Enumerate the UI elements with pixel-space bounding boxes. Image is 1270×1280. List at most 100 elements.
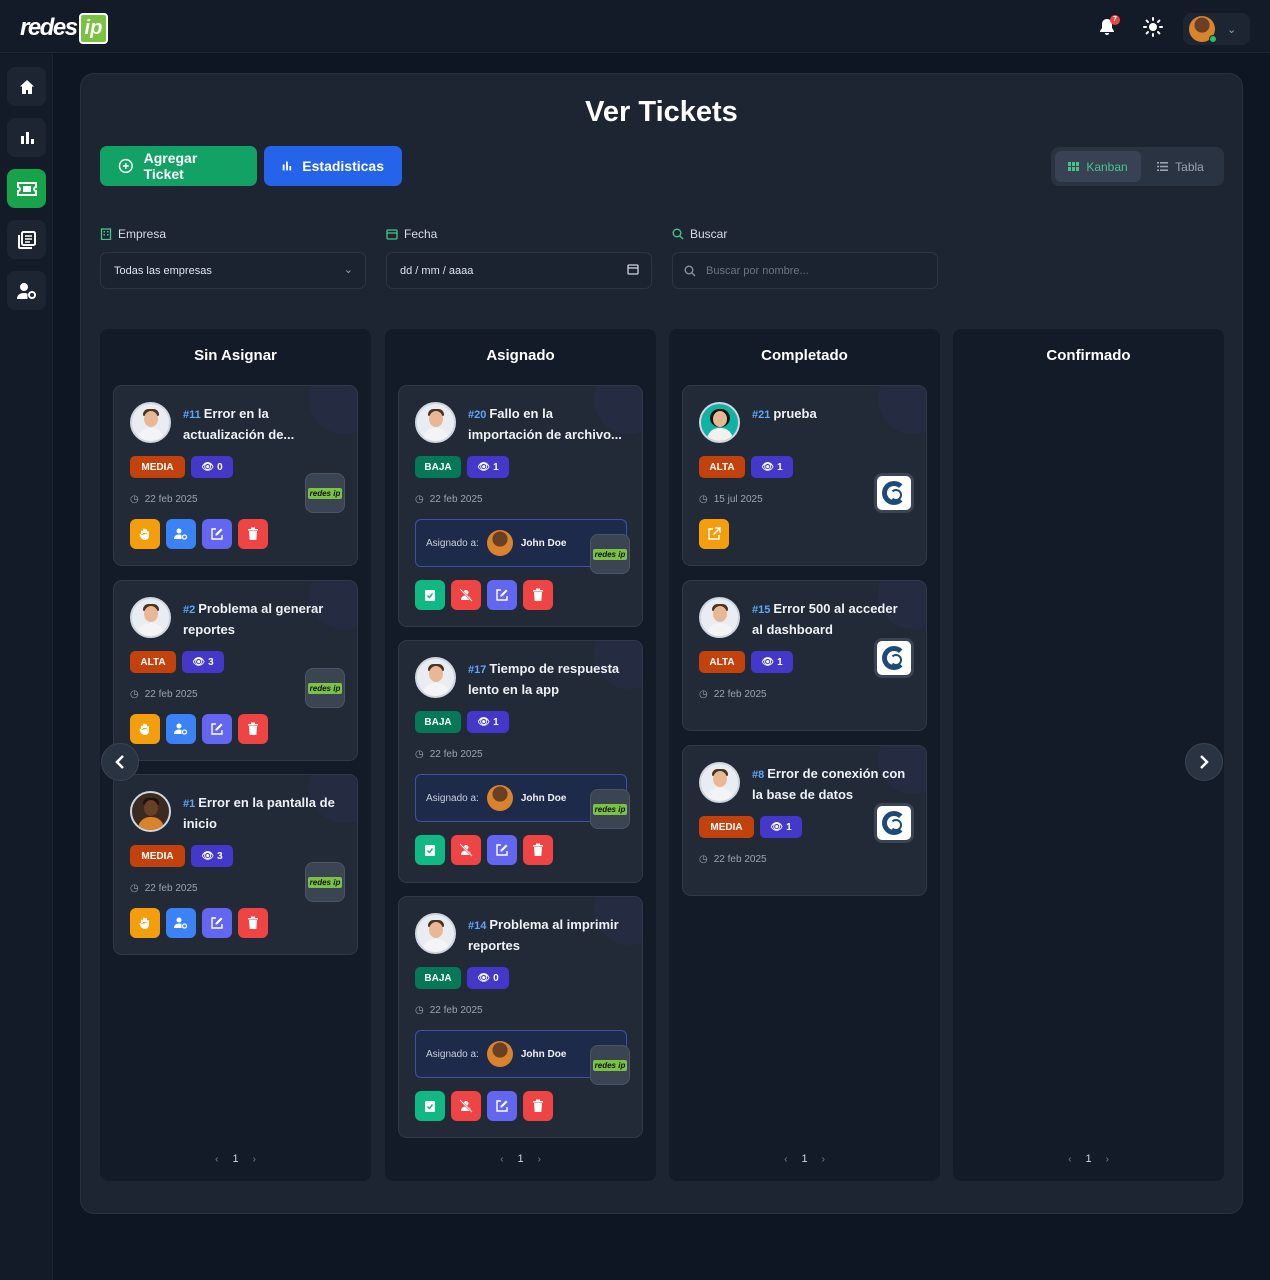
prev-page-button[interactable]: ‹ [500, 1154, 503, 1165]
complete-button[interactable] [415, 1091, 445, 1121]
edit-button[interactable] [202, 519, 232, 549]
avatar [486, 785, 513, 811]
edit-button[interactable] [202, 908, 232, 938]
ticket-card[interactable]: #21 prueba ALTA 👁 1 ◷ 15 jul 2025 [682, 385, 927, 566]
clock-icon: ◷ [699, 689, 708, 700]
open-external-button[interactable] [699, 519, 729, 549]
delete-button[interactable] [523, 835, 553, 865]
ticket-card[interactable]: #14 Problema al imprimir reportes BAJA 👁 0 … [398, 896, 643, 1138]
user-slash-icon [459, 1099, 473, 1113]
next-page-button[interactable]: › [1106, 1154, 1109, 1165]
eye-icon: 👁 [201, 850, 215, 862]
search-input[interactable]: Buscar por nombre... [672, 252, 938, 289]
ticket-title: #20 Fallo en la importación de archivo... [468, 406, 622, 442]
empresa-label-text: Empresa [118, 227, 167, 241]
next-page-button[interactable]: › [822, 1154, 825, 1165]
next-page-button[interactable]: › [538, 1154, 541, 1165]
assign-button[interactable] [166, 714, 196, 744]
scroll-left-button[interactable] [101, 743, 139, 781]
calendar-icon[interactable] [627, 263, 639, 278]
prev-page-button[interactable]: ‹ [784, 1154, 787, 1165]
edit-button[interactable] [487, 1091, 517, 1121]
ticket-card[interactable]: #17 Tiempo de respuesta lento en la app B… [398, 640, 643, 883]
assignee-name: John Doe [520, 1048, 567, 1060]
add-ticket-button[interactable]: Agregar Ticket [100, 146, 257, 186]
grab-button[interactable] [130, 908, 160, 938]
tab-kanban[interactable]: Kanban [1055, 151, 1141, 182]
avatar [699, 762, 740, 803]
list-icon [1157, 162, 1169, 171]
ticket-date: ◷ 22 feb 2025 [415, 494, 483, 505]
user-menu[interactable]: ⌄ [1183, 13, 1250, 45]
delete-button[interactable] [238, 714, 268, 744]
unassign-button[interactable] [451, 1091, 481, 1121]
empresa-select[interactable]: Todas las empresas ⌄ [100, 252, 366, 289]
ticket-title: #1 Error en la pantalla de inicio [183, 795, 335, 831]
column-title: Asignado [486, 347, 555, 364]
chevron-left-icon [115, 755, 124, 769]
delete-button[interactable] [238, 519, 268, 549]
edit-icon [211, 723, 223, 735]
tab-table[interactable]: Tabla [1141, 151, 1220, 182]
pagination: ‹ 1 › [669, 1153, 940, 1165]
edit-button[interactable] [202, 714, 232, 744]
user-avatar [1189, 16, 1217, 43]
brand-logo[interactable]: redes ip [20, 10, 109, 46]
priority-badge: MEDIA [130, 456, 185, 478]
sidebar-home[interactable] [7, 67, 46, 106]
ticket-card[interactable]: #15 Error 500 al acceder al dashboard ALT… [682, 580, 927, 731]
sidebar-docs[interactable] [7, 220, 46, 259]
clock-icon: ◷ [699, 854, 708, 865]
unassign-button[interactable] [451, 835, 481, 865]
edit-button[interactable] [487, 580, 517, 610]
trash-icon [533, 588, 543, 601]
search-icon [684, 265, 696, 277]
sidebar-stats[interactable] [7, 118, 46, 157]
ticket-card[interactable]: #8 Error de conexión con la base de datos… [682, 745, 927, 896]
stats-button[interactable]: Estadisticas [264, 146, 402, 186]
trash-icon [248, 527, 258, 540]
delete-button[interactable] [238, 908, 268, 938]
scroll-right-button[interactable] [1185, 743, 1223, 781]
ticket-card[interactable]: #20 Fallo en la importación de archivo...… [398, 385, 643, 627]
views-badge: 👁 1 [467, 456, 509, 478]
grab-button[interactable] [130, 519, 160, 549]
unassign-button[interactable] [451, 580, 481, 610]
company-logo [874, 473, 914, 513]
prev-page-button[interactable]: ‹ [1068, 1154, 1071, 1165]
complete-button[interactable] [415, 835, 445, 865]
complete-button[interactable] [415, 580, 445, 610]
ticket-date: ◷ 22 feb 2025 [130, 883, 198, 894]
eye-icon: 👁 [761, 461, 775, 473]
priority-badge: MEDIA [699, 816, 754, 838]
delete-button[interactable] [523, 580, 553, 610]
page-number[interactable]: 1 [232, 1153, 238, 1165]
column-title: Sin Asignar [194, 347, 277, 364]
sidebar [0, 54, 53, 1280]
fecha-date-input[interactable]: dd / mm / aaaa [386, 252, 652, 289]
company-logo [874, 803, 914, 843]
sun-icon[interactable] [1143, 17, 1163, 37]
page-number[interactable]: 1 [517, 1153, 523, 1165]
views-badge: 👁 1 [467, 711, 509, 733]
assign-button[interactable] [166, 519, 196, 549]
assign-button[interactable] [166, 908, 196, 938]
page-number[interactable]: 1 [1085, 1153, 1091, 1165]
sidebar-tickets[interactable] [7, 169, 46, 208]
sidebar-users[interactable] [7, 271, 46, 310]
page-number[interactable]: 1 [801, 1153, 807, 1165]
views-badge: 👁 3 [191, 845, 233, 867]
grab-button[interactable] [130, 714, 160, 744]
edit-icon [211, 528, 223, 540]
ticket-card[interactable]: #2 Problema al generar reportes ALTA 👁 3 ◷ 2… [113, 580, 358, 761]
next-page-button[interactable]: › [253, 1154, 256, 1165]
delete-button[interactable] [523, 1091, 553, 1121]
edit-button[interactable] [487, 835, 517, 865]
clipboard-check-icon [425, 845, 435, 856]
ticket-card[interactable]: #11 Error en la actualización de... MEDIA… [113, 385, 358, 566]
ticket-card[interactable]: #1 Error en la pantalla de inicio MEDIA 👁 3… [113, 774, 358, 955]
ticket-date: ◷ 22 feb 2025 [415, 1005, 483, 1016]
empresa-select-value: Todas las empresas [114, 264, 212, 277]
prev-page-button[interactable]: ‹ [215, 1154, 218, 1165]
online-indicator [1209, 35, 1217, 43]
